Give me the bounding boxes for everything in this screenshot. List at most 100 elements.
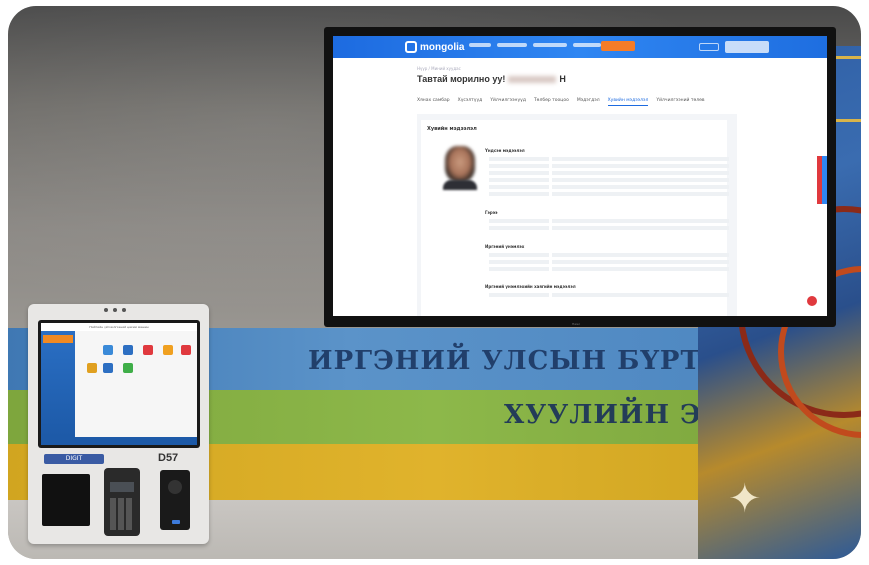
field-label — [489, 292, 549, 297]
field-value — [552, 184, 729, 189]
self-service-kiosk: Нийтийн үйлчилгээний цахим машин DIGIT D… — [28, 304, 209, 544]
field-value — [552, 252, 729, 257]
blurred-name — [508, 76, 557, 84]
field-label — [489, 170, 549, 175]
field-label — [489, 177, 549, 182]
kiosk-service-icon[interactable] — [87, 363, 97, 373]
field-value — [552, 266, 729, 271]
tab-requests[interactable]: Хүсэлтүүд — [458, 98, 483, 106]
section-basic-info: Үндсэн мэдээлэл — [485, 148, 525, 153]
tab-notifications[interactable]: Мэдэгдэл — [577, 98, 600, 106]
kiosk-screen: Нийтийн үйлчилгээний цахим машин — [38, 320, 200, 448]
greeting-suffix: Н — [559, 74, 566, 84]
field-label — [489, 259, 549, 264]
nav-link[interactable] — [573, 43, 601, 47]
kiosk-service-icon[interactable] — [123, 345, 133, 355]
kiosk-code: D57 — [158, 452, 179, 464]
camera-icon — [104, 308, 108, 312]
info-row — [489, 163, 729, 168]
section-contract: Гэрээ — [485, 210, 498, 215]
tv-screen: mongolia Нүүр / Миний хуудас Тавтай мори… — [333, 36, 827, 316]
field-value — [552, 191, 729, 196]
camera-icon — [113, 308, 117, 312]
card-title: Хувийн мэдээлэл — [427, 126, 477, 132]
header-action-button[interactable] — [601, 41, 635, 51]
ornament-figure-icon: ✦ — [728, 476, 762, 522]
info-row — [489, 177, 729, 182]
info-row — [489, 156, 729, 161]
kiosk-display[interactable]: Нийтийн үйлчилгээний цахим машин — [41, 323, 197, 445]
profile-photo — [445, 146, 475, 182]
profile-photo-shoulders — [443, 180, 477, 190]
info-row — [489, 252, 729, 257]
field-label — [489, 266, 549, 271]
nav-link[interactable] — [533, 43, 567, 47]
field-value — [552, 170, 729, 175]
kiosk-footer — [41, 437, 197, 445]
kiosk-header: Нийтийн үйлчилгээний цахим машин — [41, 323, 197, 331]
nav-link[interactable] — [497, 43, 527, 47]
personal-info-card: Хувийн мэдээлэл Үндсэн мэдээлэл Гэрээ Ир… — [421, 120, 729, 316]
kiosk-brand: DIGIT — [44, 454, 104, 464]
terminal-display — [110, 482, 134, 492]
section-id-card: Иргэний үнэмлэх — [485, 244, 525, 249]
status-led — [172, 520, 180, 524]
greeting-text: Тавтай морилно уу! — [417, 74, 506, 84]
wall-text-registry: ИРГЭНИЙ УЛСЫН БҮРТГЭЛ — [308, 346, 766, 376]
field-value — [552, 225, 729, 230]
breadcrumb: Нүүр / Миний хуудас — [417, 66, 461, 71]
kiosk-menu-item[interactable] — [43, 335, 73, 343]
top-nav — [469, 43, 601, 47]
info-row — [489, 170, 729, 175]
card-payment-terminal[interactable] — [104, 468, 140, 536]
site-header: mongolia — [333, 36, 827, 58]
field-label — [489, 163, 549, 168]
terminal-keypad[interactable] — [110, 498, 134, 530]
tab-payments[interactable]: Төлбөр тооцоо — [534, 98, 569, 106]
kiosk-service-icon[interactable] — [123, 363, 133, 373]
field-value — [552, 177, 729, 182]
kiosk-service-icon[interactable] — [103, 345, 113, 355]
field-label — [489, 191, 549, 196]
logo-mark-icon — [405, 41, 417, 53]
kiosk-service-icon[interactable] — [103, 363, 113, 373]
section-id-address: Иргэний үнэмлэхийн хаягийн мэдээлэл — [485, 284, 576, 289]
site-logo[interactable]: mongolia — [405, 40, 464, 54]
info-row — [489, 266, 729, 271]
page-title: Тавтай морилно уу! Н — [417, 74, 566, 84]
side-toolbar[interactable] — [822, 156, 827, 204]
kiosk-service-icon[interactable] — [163, 345, 173, 355]
fingerprint-reader[interactable] — [160, 470, 190, 530]
tab-dashboard[interactable]: Хянах самбар — [417, 98, 450, 106]
document-scanner-slot[interactable] — [42, 474, 90, 526]
photo-frame: ИРГЭНИЙ УЛСЫН БҮРТГЭЛ ХУУЛИЙН ЭТГ ✦ mong… — [8, 6, 861, 559]
nav-link[interactable] — [469, 43, 491, 47]
info-row — [489, 191, 729, 196]
tab-services[interactable]: Үйлчилгээнүүд — [490, 98, 526, 106]
field-label — [489, 252, 549, 257]
field-value — [552, 163, 729, 168]
info-row — [489, 218, 729, 223]
field-value — [552, 292, 729, 297]
field-value — [552, 156, 729, 161]
field-value — [552, 218, 729, 223]
kiosk-service-icon[interactable] — [143, 345, 153, 355]
logo-text: mongolia — [420, 41, 465, 53]
kiosk-sidebar — [41, 331, 75, 437]
kiosk-cameras — [104, 308, 126, 312]
field-label — [489, 225, 549, 230]
language-toggle[interactable] — [699, 43, 719, 51]
info-row — [489, 225, 729, 230]
fingerprint-icon — [168, 480, 182, 494]
tab-personal-info[interactable]: Хувийн мэдээлэл — [607, 98, 649, 106]
tab-service-status[interactable]: Үйлчилгээний төлөв — [656, 98, 704, 106]
user-menu-button[interactable] — [725, 41, 769, 53]
kiosk-service-icon[interactable] — [181, 345, 191, 355]
info-row — [489, 259, 729, 264]
tv-brand-label: Haier — [572, 322, 581, 326]
tv-monitor: mongolia Нүүр / Миний хуудас Тавтай мори… — [324, 27, 836, 327]
info-row — [489, 292, 729, 297]
chat-icon[interactable] — [805, 294, 819, 308]
main-content: Хувийн мэдээлэл Үндсэн мэдээлэл Гэрээ Ир… — [417, 114, 737, 316]
field-label — [489, 156, 549, 161]
